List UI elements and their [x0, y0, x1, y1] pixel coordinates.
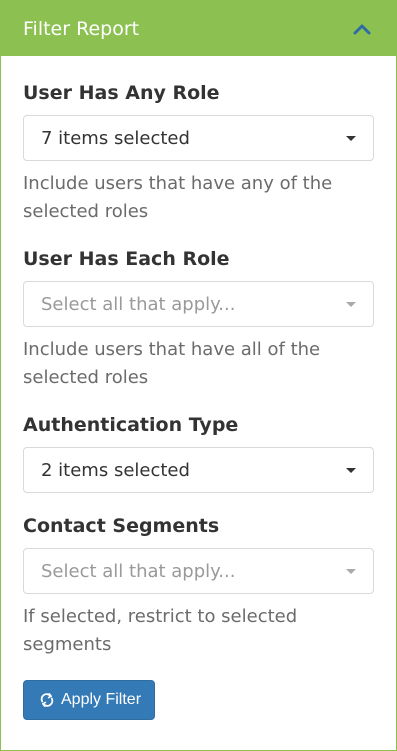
panel-header[interactable]: Filter Report — [1, 1, 396, 56]
apply-filter-button[interactable]: Apply Filter — [23, 680, 156, 720]
filter-user-has-each-role: User Has Each Role Select all that apply… — [23, 245, 374, 392]
filter-label: Authentication Type — [23, 414, 239, 436]
filter-report-panel: Filter Report User Has Any Role 7 items … — [0, 0, 397, 751]
filter-label: User Has Any Role — [23, 82, 220, 104]
user-has-any-role-select[interactable]: 7 items selected — [23, 115, 374, 161]
refresh-icon — [38, 691, 56, 709]
filter-authentication-type: Authentication Type 2 items selected — [23, 411, 374, 493]
caret-down-icon — [346, 136, 356, 141]
caret-down-icon — [346, 569, 356, 574]
select-value: 2 items selected — [41, 459, 190, 481]
apply-filter-label: Apply Filter — [61, 691, 142, 708]
authentication-type-select[interactable]: 2 items selected — [23, 447, 374, 493]
filter-help-text: Include users that have any of the selec… — [23, 173, 333, 222]
contact-segments-select[interactable]: Select all that apply... — [23, 548, 374, 594]
filter-help-text: If selected, restrict to selected segmen… — [23, 606, 298, 655]
caret-down-icon — [346, 302, 356, 307]
panel-title: Filter Report — [23, 17, 140, 40]
select-placeholder: Select all that apply... — [41, 560, 236, 582]
filter-label: User Has Each Role — [23, 248, 230, 270]
filter-label: Contact Segments — [23, 515, 220, 537]
caret-down-icon — [346, 468, 356, 473]
panel-body: User Has Any Role 7 items selected Inclu… — [1, 56, 396, 720]
select-value: 7 items selected — [41, 127, 190, 149]
filter-contact-segments: Contact Segments Select all that apply..… — [23, 512, 374, 659]
chevron-up-icon[interactable] — [350, 17, 374, 41]
select-placeholder: Select all that apply... — [41, 293, 236, 315]
filter-user-has-any-role: User Has Any Role 7 items selected Inclu… — [23, 79, 374, 226]
filter-help-text: Include users that have all of the selec… — [23, 339, 321, 388]
user-has-each-role-select[interactable]: Select all that apply... — [23, 281, 374, 327]
actions: Apply Filter — [23, 680, 374, 720]
